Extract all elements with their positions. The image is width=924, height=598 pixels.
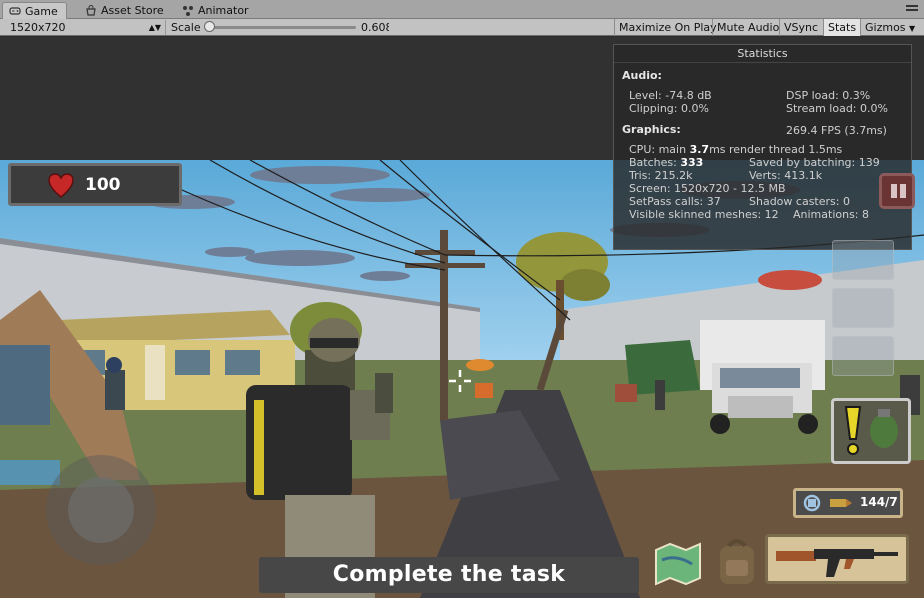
fps-readout: 269.4 FPS (3.7ms) (786, 124, 887, 137)
pause-icon (891, 184, 897, 198)
heart-icon (48, 173, 74, 198)
tab-asset-store-label: Asset Store (101, 4, 164, 17)
side-slot-1[interactable] (832, 240, 894, 280)
skinned-meshes-readout: Visible skinned meshes: 12 (629, 208, 779, 221)
tab-animator[interactable]: Animator (176, 2, 257, 19)
animations-readout: Animations: 8 (793, 208, 870, 221)
batches-readout: Batches: 333 (629, 156, 704, 169)
stream-load: Stream load: 0.0% (786, 102, 888, 115)
audio-clipping: Clipping: 0.0% (629, 102, 709, 115)
dsp-load: DSP load: 0.3% (786, 89, 871, 102)
tab-game-label: Game (25, 4, 58, 18)
rifle-icon (776, 549, 898, 577)
screen-readout: Screen: 1520x720 - 12.5 MB (629, 182, 786, 195)
weapon-slot[interactable] (765, 534, 909, 584)
vsync-button[interactable]: VSync (779, 19, 822, 36)
ammo-count: 144/7 (860, 495, 898, 509)
side-slot-3[interactable] (832, 336, 894, 376)
setpass-readout: SetPass calls: 37 (629, 195, 721, 208)
side-slot-2[interactable] (832, 288, 894, 328)
saved-by-batching: Saved by batching: 139 (749, 156, 880, 169)
statistics-panel: Statistics Audio: Level: -74.8 dB Clippi… (613, 44, 912, 250)
task-banner: Complete the task (259, 557, 639, 593)
pause-button[interactable] (879, 173, 915, 209)
movement-joystick[interactable] (46, 455, 156, 565)
ammo-display: 144/7 (793, 488, 903, 518)
gizmos-dropdown-arrow-icon: ▼ (909, 24, 916, 33)
cpu-readout: CPU: main 3.7ms render thread 1.5ms (629, 143, 843, 156)
grenade-action-button[interactable] (831, 398, 911, 464)
statistics-title: Statistics (614, 45, 911, 63)
verts-readout: Verts: 413.1k (749, 169, 823, 182)
unity-editor-window: Game Asset Store Animator 1520x720 ▲▼ Sc… (0, 0, 924, 598)
health-display: 100 (8, 163, 182, 206)
game-icon (9, 5, 21, 17)
resolution-dropdown[interactable]: 1520x720 ▲▼ (2, 20, 166, 35)
gizmos-button[interactable]: Gizmos ▼ (860, 19, 924, 36)
shadow-casters-readout: Shadow casters: 0 (749, 195, 850, 208)
map-icon[interactable] (652, 540, 704, 586)
backpack-icon[interactable] (712, 536, 762, 588)
graphics-header: Graphics: (622, 123, 681, 136)
gizmos-label: Gizmos (865, 21, 906, 34)
tab-asset-store[interactable]: Asset Store (79, 2, 172, 19)
scale-slider-thumb[interactable] (204, 21, 215, 32)
scale-slider-track[interactable] (208, 26, 356, 29)
tab-animator-label: Animator (198, 4, 249, 17)
reload-icon[interactable] (802, 493, 822, 513)
editor-tab-bar: Game Asset Store Animator (0, 0, 924, 19)
scale-value: 0.608 (361, 21, 389, 34)
audio-level: Level: -74.8 dB (629, 89, 712, 102)
resolution-value: 1520x720 (10, 21, 66, 34)
joystick-knob[interactable] (68, 477, 134, 543)
health-value: 100 (85, 175, 121, 195)
dropdown-arrow-icon: ▲▼ (148, 23, 161, 32)
mute-audio-button[interactable]: Mute Audio (712, 19, 783, 36)
game-view-toolbar: 1520x720 ▲▼ Scale 0.608 Maximize On Play… (0, 19, 924, 36)
audio-header: Audio: (622, 69, 662, 82)
tris-readout: Tris: 215.2k (629, 169, 693, 182)
tab-menu-icon[interactable] (906, 3, 918, 15)
tab-game[interactable]: Game (2, 2, 67, 19)
scale-label: Scale (171, 21, 201, 34)
asset-store-icon (85, 4, 97, 17)
bullets-icon (830, 499, 852, 507)
stats-button[interactable]: Stats (823, 19, 861, 36)
animator-icon (182, 5, 194, 17)
maximize-on-play-button[interactable]: Maximize On Play (614, 19, 721, 36)
grenade-alert-icon (844, 406, 898, 455)
crosshair-icon (449, 370, 471, 392)
